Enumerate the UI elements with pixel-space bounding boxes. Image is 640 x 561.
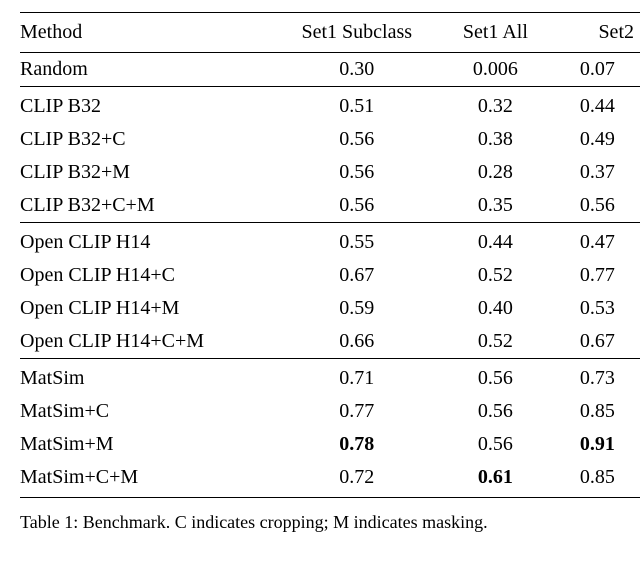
table-row: CLIP B32+M0.560.280.37 <box>20 156 640 189</box>
set2-cell: 0.91 <box>555 428 640 461</box>
method-cell: CLIP B32+C+M <box>20 189 278 223</box>
table-row: Open CLIP H14+C0.670.520.77 <box>20 259 640 292</box>
method-cell: Open CLIP H14+C+M <box>20 325 278 359</box>
subclass-cell: 0.71 <box>278 359 436 396</box>
all-cell: 0.56 <box>436 359 555 396</box>
method-cell: MatSim+C+M <box>20 461 278 498</box>
set2-cell: 0.67 <box>555 325 640 359</box>
subclass-cell: 0.56 <box>278 189 436 223</box>
all-cell: 0.52 <box>436 259 555 292</box>
col-subclass-header: Set1 Subclass <box>278 13 436 53</box>
subclass-cell: 0.66 <box>278 325 436 359</box>
table-row: Open CLIP H14+M0.590.400.53 <box>20 292 640 325</box>
set2-cell: 0.56 <box>555 189 640 223</box>
method-cell: Open CLIP H14+C <box>20 259 278 292</box>
all-cell: 0.61 <box>436 461 555 498</box>
subclass-cell: 0.78 <box>278 428 436 461</box>
all-cell: 0.28 <box>436 156 555 189</box>
set2-cell: 0.49 <box>555 123 640 156</box>
method-cell: CLIP B32 <box>20 87 278 124</box>
table-row: Open CLIP H14+C+M0.660.520.67 <box>20 325 640 359</box>
col-method-header: Method <box>20 13 278 53</box>
all-cell: 0.35 <box>436 189 555 223</box>
all-cell: 0.32 <box>436 87 555 124</box>
set2-cell: 0.37 <box>555 156 640 189</box>
col-set2-header: Set2 <box>555 13 640 53</box>
method-cell: Random <box>20 53 278 87</box>
subclass-cell: 0.72 <box>278 461 436 498</box>
subclass-cell: 0.59 <box>278 292 436 325</box>
subclass-cell: 0.56 <box>278 123 436 156</box>
all-cell: 0.44 <box>436 223 555 260</box>
table-row: Random0.300.0060.07 <box>20 53 640 87</box>
subclass-cell: 0.30 <box>278 53 436 87</box>
set2-cell: 0.77 <box>555 259 640 292</box>
table-row: CLIP B320.510.320.44 <box>20 87 640 124</box>
method-cell: MatSim+C <box>20 395 278 428</box>
set2-cell: 0.47 <box>555 223 640 260</box>
set2-cell: 0.85 <box>555 395 640 428</box>
method-cell: Open CLIP H14+M <box>20 292 278 325</box>
table-caption: Table 1: Benchmark. C indicates cropping… <box>20 512 640 533</box>
method-cell: Open CLIP H14 <box>20 223 278 260</box>
all-cell: 0.56 <box>436 428 555 461</box>
all-cell: 0.38 <box>436 123 555 156</box>
set2-cell: 0.44 <box>555 87 640 124</box>
subclass-cell: 0.56 <box>278 156 436 189</box>
table-row: MatSim+C0.770.560.85 <box>20 395 640 428</box>
table-row: MatSim0.710.560.73 <box>20 359 640 396</box>
set2-cell: 0.85 <box>555 461 640 498</box>
method-cell: CLIP B32+C <box>20 123 278 156</box>
set2-cell: 0.07 <box>555 53 640 87</box>
table-row: CLIP B32+C0.560.380.49 <box>20 123 640 156</box>
results-table: Method Set1 Subclass Set1 All Set2 Rando… <box>20 12 640 498</box>
method-cell: MatSim <box>20 359 278 396</box>
all-cell: 0.40 <box>436 292 555 325</box>
method-cell: MatSim+M <box>20 428 278 461</box>
table-row: MatSim+C+M0.720.610.85 <box>20 461 640 498</box>
table-body: Random0.300.0060.07CLIP B320.510.320.44C… <box>20 53 640 498</box>
subclass-cell: 0.51 <box>278 87 436 124</box>
table-row: CLIP B32+C+M0.560.350.56 <box>20 189 640 223</box>
header-row: Method Set1 Subclass Set1 All Set2 <box>20 13 640 53</box>
table-row: MatSim+M0.780.560.91 <box>20 428 640 461</box>
table-row: Open CLIP H140.550.440.47 <box>20 223 640 260</box>
all-cell: 0.52 <box>436 325 555 359</box>
subclass-cell: 0.67 <box>278 259 436 292</box>
all-cell: 0.006 <box>436 53 555 87</box>
col-all-header: Set1 All <box>436 13 555 53</box>
set2-cell: 0.53 <box>555 292 640 325</box>
set2-cell: 0.73 <box>555 359 640 396</box>
subclass-cell: 0.55 <box>278 223 436 260</box>
subclass-cell: 0.77 <box>278 395 436 428</box>
method-cell: CLIP B32+M <box>20 156 278 189</box>
all-cell: 0.56 <box>436 395 555 428</box>
